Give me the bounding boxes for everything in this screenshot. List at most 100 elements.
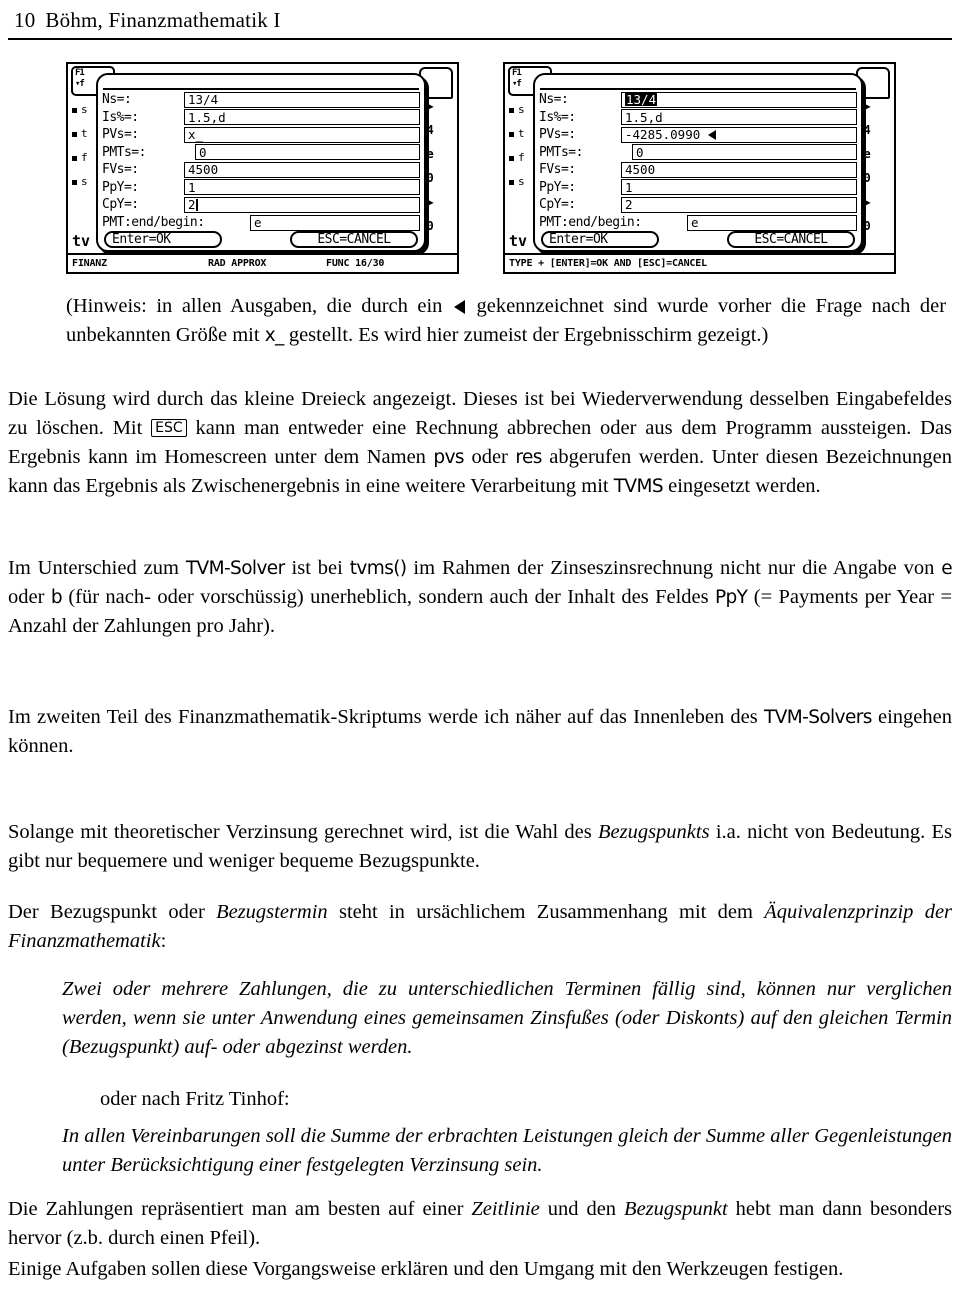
code-tvm-solvers: TVM-Solvers: [764, 707, 872, 728]
field-input[interactable]: e: [687, 214, 857, 231]
bullet-square-icon: [509, 131, 514, 137]
field-is[interactable]: Is%=: 1.5,d: [102, 109, 420, 127]
field-input[interactable]: 4500: [621, 161, 857, 178]
p3-text-a: Im zweiten Teil des Finanzmathematik-Skr…: [8, 706, 758, 728]
p2-text-e: (für nach- oder vorschüssig) unerheblich…: [68, 586, 709, 608]
field-pmt[interactable]: PMTs=: 0: [102, 144, 420, 162]
field-input[interactable]: e: [250, 214, 420, 231]
dialog-titlebar: [540, 79, 856, 90]
p2-text-c: im Rahmen der Zinseszinsrechnung nicht n…: [413, 557, 935, 579]
hint-text-a: (Hinweis: in allen Ausgaben, die durch e…: [66, 295, 443, 317]
p2-text-b: ist bei: [291, 557, 343, 579]
attribution-tinhof: oder nach Fritz Tinhof:: [100, 1088, 290, 1110]
field-pv[interactable]: PVs=: -4285.0990: [539, 126, 857, 144]
p5-text-a: Der Bezugspunkt oder: [8, 901, 205, 923]
p5-text-b: steht in ursächlichem Zusammenhang mit d…: [338, 901, 753, 923]
bg-entry-line-right: tv: [509, 232, 528, 250]
field-ns[interactable]: Ns=: 13/4: [102, 91, 420, 109]
code-tvms-fn: tvms(): [349, 558, 407, 579]
paragraph-zeitlinie: Die Zahlungen repräsentiert man am beste…: [8, 1195, 952, 1253]
bullet-square-icon: [72, 131, 77, 137]
field-label: CpY=:: [102, 197, 139, 213]
p1-text-e: eingesetzt werden.: [668, 475, 821, 497]
p5-text-c: :: [160, 930, 167, 952]
field-ns[interactable]: Ns=: 13/4: [539, 91, 857, 109]
field-input[interactable]: 13/4: [621, 91, 857, 108]
page-title: Böhm, Finanzmathematik I: [45, 8, 281, 32]
paragraph-solution: Die Lösung wird durch das kleine Dreieck…: [8, 385, 952, 501]
field-label: PVs=:: [102, 127, 139, 143]
status-hint: TYPE + [ENTER]=OK AND [ESC]=CANCEL: [509, 258, 707, 269]
calculator-screen-left: F1 ▾f s t f s ) ▶ 724 one 000 1 ▶ 200 tv…: [66, 62, 459, 274]
page-header: 10 Böhm, Finanzmathematik I: [14, 8, 946, 33]
field-is[interactable]: Is%=: 1.5,d: [539, 109, 857, 127]
paragraph-bezugstermin: Der Bezugspunkt oder Bezugstermin steht …: [8, 898, 952, 956]
result-marker-triangle-icon: [708, 129, 717, 140]
emph-zeitlinie: Zeitlinie: [471, 1198, 540, 1220]
field-input[interactable]: -4285.0990: [621, 126, 857, 143]
esc-cancel-button[interactable]: ESC=CANCEL: [727, 231, 855, 248]
field-input[interactable]: 0: [632, 144, 857, 161]
code-tvm-solver: TVM-Solver: [185, 558, 285, 579]
field-label: PMTs=:: [539, 144, 583, 160]
selected-value: 13/4: [625, 92, 658, 108]
bg-entry-line-left: tv: [72, 232, 91, 250]
hint-text-c: gestellt. Es wird hier zumeist der Ergeb…: [288, 324, 769, 346]
field-input[interactable]: 2: [184, 196, 420, 213]
p4-text-a: Solange mit theoretischer Verzinsung ger…: [8, 821, 592, 843]
field-input[interactable]: 1: [621, 179, 857, 196]
field-input[interactable]: 2: [621, 196, 857, 213]
hint-mono-x: x_: [264, 325, 285, 346]
field-label: PMTs=:: [102, 144, 146, 160]
dialog-fields-left: Ns=: 13/4 Is%=: 1.5,d PVs=: x_ PMTs=: 0 …: [102, 91, 420, 232]
calculator-screen-right: F1 ▾f s t f s ) ▶ 724 one 000 1 ▶ 200 tv…: [503, 62, 896, 274]
bullet-square-icon: [72, 107, 77, 113]
field-label: PMT:end/begin:: [539, 215, 642, 230]
quote-equivalence-principle: Zwei oder mehrere Zahlungen, die zu unte…: [62, 978, 952, 1058]
enter-ok-button[interactable]: Enter=OK: [104, 231, 222, 248]
field-ppy[interactable]: PpY=: 1: [539, 179, 857, 197]
status-angle-mode: RAD APPROX: [208, 258, 267, 269]
esc-cancel-button[interactable]: ESC=CANCEL: [290, 231, 418, 248]
esc-keycap: ESC: [151, 419, 187, 437]
field-pmt[interactable]: PMTs=: 0: [539, 144, 857, 162]
text-caret: [195, 198, 198, 211]
field-pmt-mode[interactable]: PMT:end/begin: e: [539, 214, 857, 232]
field-input[interactable]: 13/4: [184, 91, 420, 108]
code-pvs: pvs: [433, 447, 464, 468]
field-label: Ns=:: [102, 92, 132, 108]
field-fv[interactable]: FVs=: 4500: [102, 161, 420, 179]
p2-text-a: Im Unterschied zum: [8, 557, 179, 579]
page-number: 10: [14, 8, 36, 32]
field-fv[interactable]: FVs=: 4500: [539, 161, 857, 179]
statusbar-right: TYPE + [ENTER]=OK AND [ESC]=CANCEL: [505, 253, 894, 272]
dialog-buttons-left: Enter=OK ESC=CANCEL: [98, 231, 424, 248]
field-ppy[interactable]: PpY=: 1: [102, 179, 420, 197]
tvm-dialog-right: Ns=: 13/4 Is%=: 1.5,d PVs=: -4285.0990 P…: [533, 73, 863, 252]
field-cpy[interactable]: CpY=: 2: [539, 196, 857, 214]
bullet-square-icon: [509, 179, 514, 185]
bullet-square-icon: [72, 155, 77, 161]
enter-ok-button[interactable]: Enter=OK: [541, 231, 659, 248]
field-label: PVs=:: [539, 127, 576, 143]
field-input[interactable]: 1: [184, 179, 420, 196]
paragraph-tvm-difference: Im Unterschied zum TVM-Solver ist bei tv…: [8, 554, 953, 641]
p1-text-c: oder: [471, 446, 508, 468]
triangle-left-icon: [453, 300, 465, 314]
bullet-square-icon: [509, 107, 514, 113]
field-input[interactable]: 0: [195, 144, 420, 161]
field-label: Is%=:: [539, 109, 576, 125]
field-input[interactable]: 1.5,d: [184, 109, 420, 126]
field-cpy[interactable]: CpY=: 2: [102, 196, 420, 214]
paragraph-aufgaben: Einige Aufgaben sollen diese Vorgangswei…: [8, 1258, 844, 1280]
field-pmt-mode[interactable]: PMT:end/begin: e: [102, 214, 420, 232]
field-input[interactable]: 4500: [184, 161, 420, 178]
header-divider: [8, 38, 952, 40]
dialog-titlebar: [103, 79, 419, 90]
field-label: PpY=:: [102, 179, 139, 195]
field-label: CpY=:: [539, 197, 576, 213]
field-input[interactable]: 1.5,d: [621, 109, 857, 126]
paragraph-second-part: Im zweiten Teil des Finanzmathematik-Skr…: [8, 703, 952, 761]
field-pv[interactable]: PVs=: x_: [102, 126, 420, 144]
field-input[interactable]: x_: [184, 126, 420, 143]
